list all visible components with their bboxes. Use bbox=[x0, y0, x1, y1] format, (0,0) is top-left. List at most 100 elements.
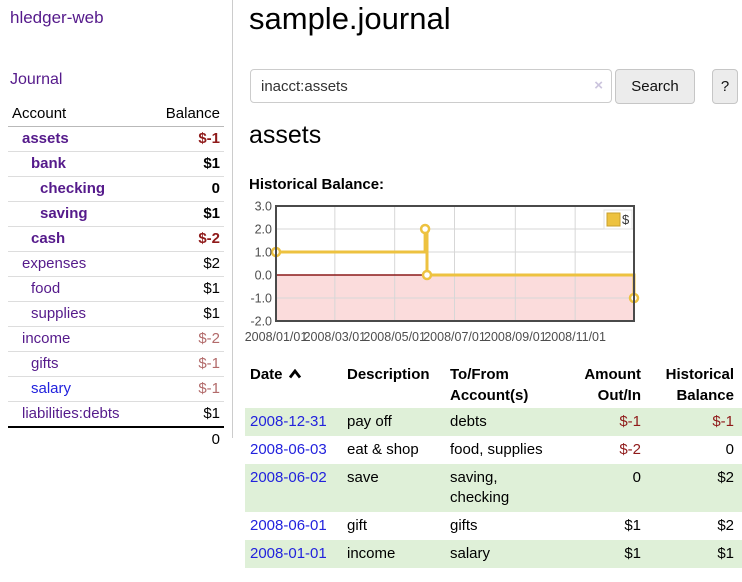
transaction-date-link[interactable]: 2008-01-01 bbox=[250, 545, 327, 562]
page-title: sample.journal bbox=[249, 1, 451, 37]
account-page-title: assets bbox=[249, 121, 321, 150]
account-row: cash $-2 bbox=[8, 227, 224, 252]
y-axis-tick-label: -1.0 bbox=[250, 292, 272, 306]
transaction-row: 2008-01-01incomesalary$1$1 bbox=[245, 540, 742, 568]
transaction-description: gift bbox=[342, 512, 445, 540]
account-link[interactable]: saving bbox=[40, 205, 88, 222]
help-button[interactable]: ? bbox=[712, 69, 738, 104]
register-table: Date Description To/From Account(s) Amou… bbox=[245, 362, 742, 568]
account-name-cell: expenses bbox=[8, 252, 148, 277]
search-box: × bbox=[250, 69, 612, 103]
transaction-row: 2008-06-02savesaving, checking0$2 bbox=[245, 464, 742, 512]
account-link[interactable]: gifts bbox=[31, 355, 59, 372]
account-balance: $2 bbox=[148, 252, 224, 277]
transaction-date-cell: 2008-06-01 bbox=[245, 512, 342, 540]
accounts-total-row: 0 bbox=[8, 427, 224, 452]
accounts-header-balance: Balance bbox=[148, 102, 224, 127]
account-row: salary $-1 bbox=[8, 377, 224, 402]
legend-swatch bbox=[607, 213, 620, 226]
account-link[interactable]: income bbox=[22, 330, 70, 347]
transaction-accounts: salary bbox=[445, 540, 565, 568]
account-row: bank $1 bbox=[8, 152, 224, 177]
sidebar: hledger-web Journal Account Balance asse… bbox=[0, 0, 233, 438]
account-balance: $-2 bbox=[148, 327, 224, 352]
chart-title: Historical Balance: bbox=[249, 176, 384, 193]
transaction-date-cell: 2008-06-03 bbox=[245, 436, 342, 464]
transaction-date-link[interactable]: 2008-12-31 bbox=[250, 413, 327, 430]
transaction-date-cell: 2008-12-31 bbox=[245, 408, 342, 436]
account-row: food$1 bbox=[8, 277, 224, 302]
account-balance: 0 bbox=[148, 177, 224, 202]
y-axis-tick-label: -2.0 bbox=[250, 315, 272, 329]
account-name-cell: income bbox=[8, 327, 148, 352]
account-link[interactable]: checking bbox=[40, 180, 105, 197]
transaction-date-link[interactable]: 2008-06-03 bbox=[250, 441, 327, 458]
account-link[interactable]: expenses bbox=[22, 255, 86, 272]
account-link[interactable]: liabilities:debts bbox=[22, 405, 120, 422]
register-header-date-label: Date bbox=[250, 366, 283, 383]
account-name-cell: gifts bbox=[8, 352, 148, 377]
transaction-accounts-text: debts bbox=[450, 412, 550, 432]
register-header-accounts: To/From Account(s) bbox=[445, 362, 565, 408]
transaction-amount: $1 bbox=[565, 540, 641, 568]
account-name-cell: food bbox=[8, 277, 148, 302]
hledger-web-app: hledger-web Journal Account Balance asse… bbox=[0, 0, 742, 582]
account-balance: $1 bbox=[148, 152, 224, 177]
sort-ascending-icon bbox=[288, 369, 302, 379]
transaction-amount: $-1 bbox=[565, 408, 641, 436]
sidebar-item-journal[interactable]: Journal bbox=[10, 71, 62, 89]
account-name-cell: supplies bbox=[8, 302, 148, 327]
search-input[interactable] bbox=[250, 69, 612, 103]
transaction-date-link[interactable]: 2008-06-01 bbox=[250, 517, 327, 534]
transaction-balance: $-1 bbox=[641, 408, 742, 436]
account-link[interactable]: food bbox=[31, 280, 60, 297]
transaction-date-cell: 2008-06-02 bbox=[245, 464, 342, 512]
account-link[interactable]: cash bbox=[31, 230, 65, 247]
register-header-description: Description bbox=[342, 362, 445, 408]
register-header-row: Date Description To/From Account(s) Amou… bbox=[245, 362, 742, 408]
account-row: gifts$-1 bbox=[8, 352, 224, 377]
register-header-balance: Historical Balance bbox=[641, 362, 742, 408]
x-axis-tick-label: 2008/09/01 bbox=[484, 330, 547, 344]
accounts-header-account: Account bbox=[8, 102, 148, 127]
transaction-accounts: saving, checking bbox=[445, 464, 565, 512]
accounts-header-row: Account Balance bbox=[8, 102, 224, 127]
y-axis-tick-label: 2.0 bbox=[255, 223, 272, 237]
clear-search-icon[interactable]: × bbox=[594, 77, 603, 95]
account-link[interactable]: assets bbox=[22, 130, 69, 147]
legend-label: $ bbox=[622, 212, 630, 227]
transaction-balance: $2 bbox=[641, 464, 742, 512]
account-row: saving$1 bbox=[8, 202, 224, 227]
transaction-description: save bbox=[342, 464, 445, 512]
transaction-accounts: debts bbox=[445, 408, 565, 436]
transaction-accounts-text: salary bbox=[450, 544, 550, 564]
historical-balance-chart[interactable]: $3.02.01.00.0-1.0-2.02008/01/012008/03/0… bbox=[243, 198, 643, 348]
account-balance: $-1 bbox=[148, 127, 224, 152]
transaction-date-link[interactable]: 2008-06-02 bbox=[250, 469, 327, 486]
transaction-accounts-text: gifts bbox=[450, 516, 550, 536]
transaction-amount: $1 bbox=[565, 512, 641, 540]
x-axis-tick-label: 2008/01/01 bbox=[245, 330, 308, 344]
transaction-accounts: gifts bbox=[445, 512, 565, 540]
account-link[interactable]: supplies bbox=[31, 305, 86, 322]
data-point-marker[interactable] bbox=[423, 271, 431, 279]
transaction-balance: $2 bbox=[641, 512, 742, 540]
account-balance: $-2 bbox=[148, 227, 224, 252]
data-point-marker[interactable] bbox=[421, 225, 429, 233]
transaction-amount: $-2 bbox=[565, 436, 641, 464]
search-button[interactable]: Search bbox=[615, 69, 695, 104]
y-axis-tick-label: 1.0 bbox=[255, 246, 272, 260]
register-header-date[interactable]: Date bbox=[245, 362, 342, 408]
account-row: assets $-1 bbox=[8, 127, 224, 152]
account-name-cell: bank bbox=[8, 152, 148, 177]
app-brand-link[interactable]: hledger-web bbox=[10, 8, 104, 28]
account-name-cell: checking bbox=[8, 177, 148, 202]
account-balance: $-1 bbox=[148, 377, 224, 402]
y-axis-tick-label: 0.0 bbox=[255, 269, 272, 283]
transaction-description: pay off bbox=[342, 408, 445, 436]
account-link[interactable]: bank bbox=[31, 155, 66, 172]
transaction-description: income bbox=[342, 540, 445, 568]
account-balance: $1 bbox=[148, 302, 224, 327]
accounts-table: Account Balance assets $-1 bank $1 checking 0… bbox=[8, 102, 224, 452]
account-link[interactable]: salary bbox=[31, 380, 71, 397]
